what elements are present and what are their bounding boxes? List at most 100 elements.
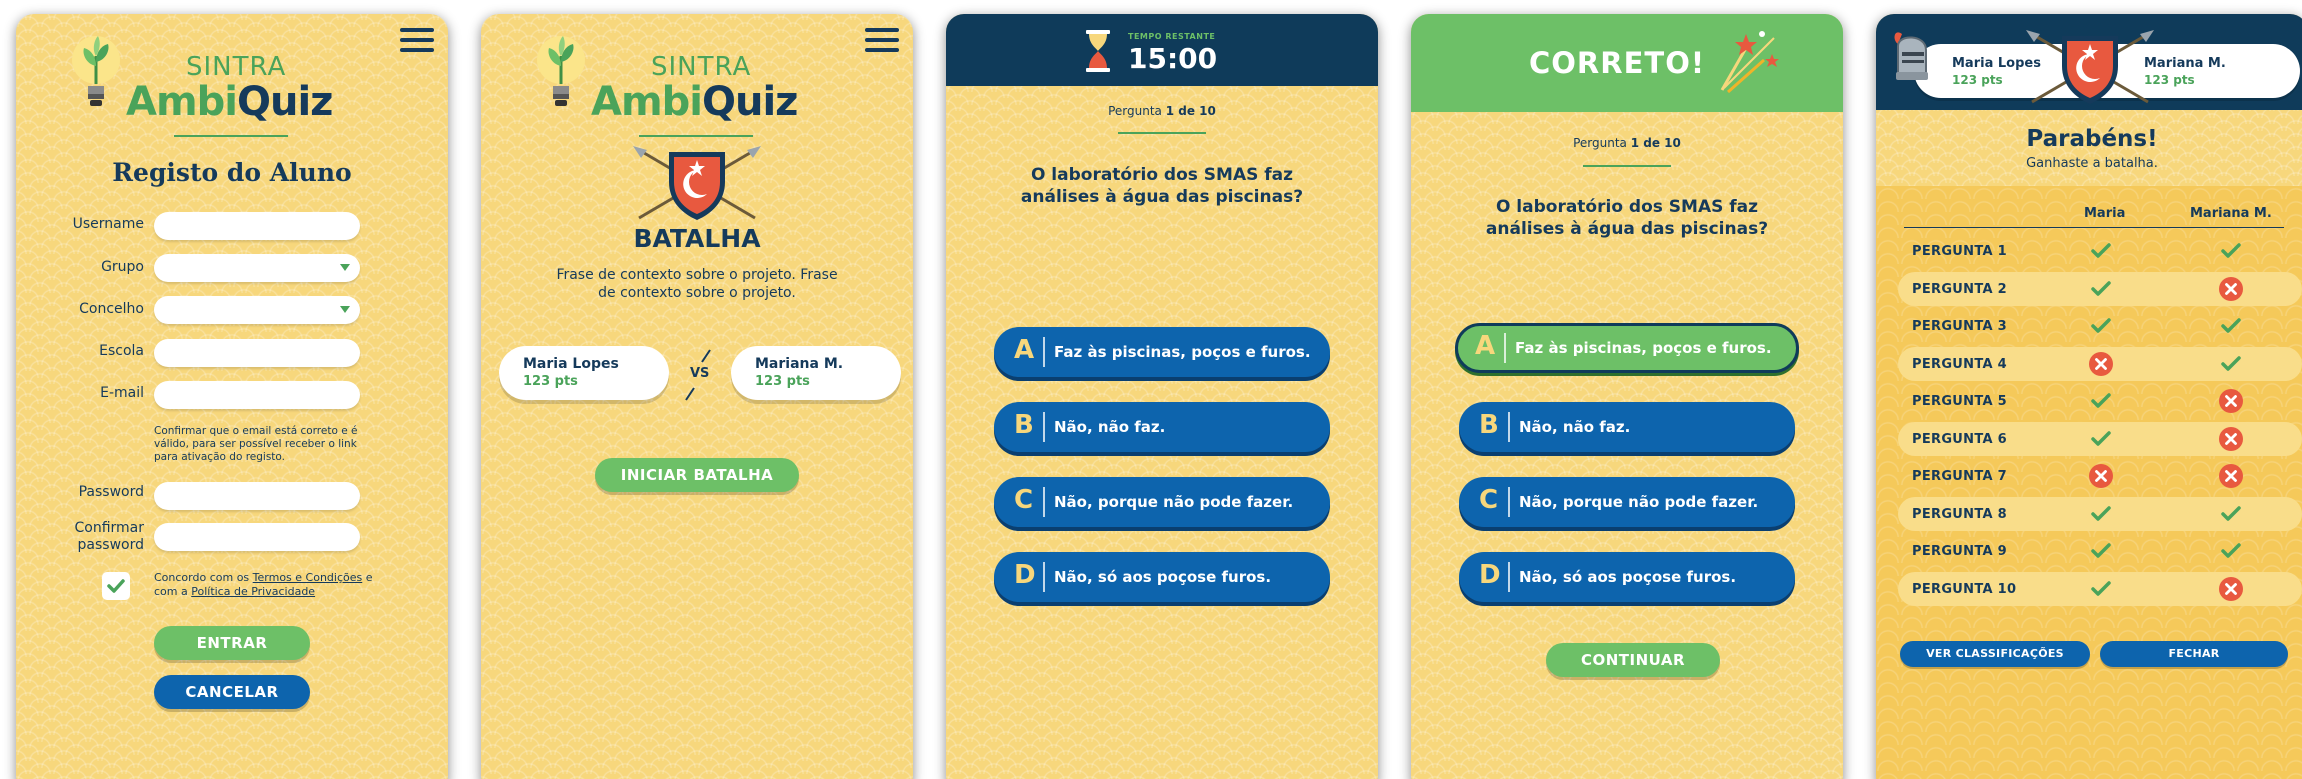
question-label: PERGUNTA 5: [1912, 394, 2008, 409]
divider: [1583, 165, 1671, 167]
player-points: 123 pts: [523, 374, 578, 389]
battle-screen: SINTRA AmbiQuiz BATALHA Frase de context…: [481, 14, 913, 779]
cross-icon: [2219, 426, 2243, 451]
check-icon: [2091, 243, 2111, 258]
battle-shield-icon: [633, 146, 761, 220]
password-field[interactable]: [154, 482, 360, 510]
privacy-link[interactable]: Política de Privacidade: [191, 585, 315, 598]
answer-option-c[interactable]: C Não, porque não pode fazer.: [994, 477, 1330, 527]
timer-label: TEMPO RESTANTE: [1128, 32, 1216, 41]
column-header-player1: Maria: [2084, 206, 2126, 221]
answer-option-c[interactable]: C Não, porque não pode fazer.: [1459, 477, 1795, 527]
logo-ambiquiz: AmbiQuiz: [591, 79, 798, 125]
player-name: Maria Lopes: [523, 356, 619, 372]
username-field[interactable]: [154, 212, 360, 240]
result-row: PERGUNTA 3: [1898, 309, 2302, 343]
feedback-screen: CORRETO! Pergunta 1 de 10 O laboratório …: [1411, 14, 1843, 779]
question-label: PERGUNTA 10: [1912, 581, 2017, 597]
player-name: Mariana M.: [755, 356, 844, 372]
question-label: PERGUNTA 2: [1912, 281, 2008, 297]
question-progress: Pergunta 1 de 10: [1108, 104, 1216, 118]
check-icon: [2091, 543, 2111, 558]
check-icon: [2091, 393, 2111, 408]
player-card-2: Mariana M. 123 pts: [731, 346, 901, 400]
logo-ambiquiz: AmbiQuiz: [126, 79, 333, 125]
start-battle-button[interactable]: INICIAR BATALHA: [595, 458, 799, 492]
versus-label: VS: [690, 366, 710, 381]
confirm-password-label: Confirmar password: [74, 520, 144, 553]
divider: [1118, 132, 1206, 134]
battle-shield-icon: [2026, 30, 2154, 104]
hourglass-icon: [1086, 30, 1110, 72]
answer-option-a[interactable]: A Faz às piscinas, poços e furos.: [994, 327, 1330, 377]
player1-points: 123 pts: [1952, 73, 2003, 87]
cross-icon: [2219, 389, 2243, 413]
answer-option-a-correct[interactable]: A Faz às piscinas, poços e furos.: [1455, 323, 1799, 373]
results-subtitle: Ganhaste a batalha.: [2026, 156, 2158, 171]
divider: [639, 135, 753, 137]
answer-option-b[interactable]: B Não, não faz.: [994, 402, 1330, 452]
terms-checkbox[interactable]: [102, 572, 130, 600]
player-points: 123 pts: [755, 374, 810, 389]
view-rankings-button[interactable]: VER CLASSIFICAÇÕES: [1900, 641, 2090, 667]
result-row: PERGUNTA 6: [1898, 421, 2302, 456]
result-row: PERGUNTA 10: [1898, 571, 2302, 606]
app-logo: SINTRA AmbiQuiz: [533, 30, 833, 125]
enter-button[interactable]: ENTRAR: [154, 626, 310, 660]
timer-bar: TEMPO RESTANTE 15:00: [946, 14, 1378, 86]
results-screen: Maria Lopes 123 pts Mariana M. 123 pts P…: [1876, 14, 2302, 779]
answer-option-d[interactable]: D Não, só aos poçose furos.: [1459, 552, 1795, 602]
check-icon: [2221, 355, 2241, 371]
answer-option-d[interactable]: D Não, só aos poçose furos.: [994, 552, 1330, 602]
player2-points: 123 pts: [2144, 73, 2195, 87]
close-button[interactable]: FECHAR: [2100, 641, 2288, 667]
check-icon: [2091, 505, 2111, 521]
hamburger-menu-icon[interactable]: [400, 28, 434, 54]
answer-option-b[interactable]: B Não, não faz.: [1459, 402, 1795, 452]
question-label: PERGUNTA 7: [1912, 469, 2008, 484]
fireworks-icon: [1720, 31, 1779, 94]
terms-text: Concordo com os Termos e Condições e com…: [154, 571, 373, 598]
confirm-password-field[interactable]: [154, 523, 360, 551]
timer-value: 15:00: [1128, 42, 1218, 75]
grupo-label: Grupo: [101, 259, 144, 275]
result-row: PERGUNTA 9: [1898, 534, 2302, 568]
results-title: Parabéns!: [2026, 126, 2158, 152]
column-header-player2: Mariana M.: [2190, 206, 2272, 221]
divider: [1904, 227, 2284, 228]
email-label: E-mail: [100, 385, 144, 401]
cancel-button[interactable]: CANCELAR: [154, 675, 310, 709]
continue-button[interactable]: CONTINUAR: [1546, 643, 1720, 677]
check-icon: [2221, 505, 2241, 521]
email-hint: Confirmar que o email está correto e é v…: [154, 425, 358, 463]
cross-icon: [2219, 276, 2243, 301]
chevron-down-icon: [340, 306, 350, 313]
terms-link[interactable]: Termos e Condições: [253, 571, 363, 584]
result-row: PERGUNTA 5: [1898, 384, 2302, 418]
cross-icon: [2219, 464, 2243, 488]
username-label: Username: [72, 216, 144, 232]
email-field[interactable]: [154, 381, 360, 409]
result-row: PERGUNTA 7: [1898, 459, 2302, 493]
check-icon: [2221, 318, 2241, 333]
escola-field[interactable]: [154, 339, 360, 367]
question-text: O laboratório dos SMAS faz análises à ág…: [1485, 197, 1769, 239]
question-label: PERGUNTA 1: [1912, 244, 2008, 259]
check-icon: [107, 579, 125, 593]
cross-icon: [2089, 351, 2113, 376]
check-icon: [2091, 580, 2111, 596]
grupo-select[interactable]: [154, 254, 360, 282]
logo-sintra: SINTRA: [186, 52, 287, 82]
quiz-screen: TEMPO RESTANTE 15:00 Pergunta 1 de 10 O …: [946, 14, 1378, 779]
feedback-title: CORRETO!: [1529, 46, 1706, 80]
chevron-down-icon: [340, 264, 350, 271]
concelho-select[interactable]: [154, 296, 360, 324]
escola-label: Escola: [99, 343, 144, 359]
context-text: Frase de contexto sobre o projeto. Frase…: [556, 267, 838, 301]
password-label: Password: [78, 484, 144, 500]
hamburger-menu-icon[interactable]: [865, 28, 899, 54]
cross-icon: [2089, 464, 2113, 488]
check-icon: [2091, 280, 2111, 296]
check-icon: [2091, 318, 2111, 333]
lightbulb-icon: [72, 36, 120, 106]
